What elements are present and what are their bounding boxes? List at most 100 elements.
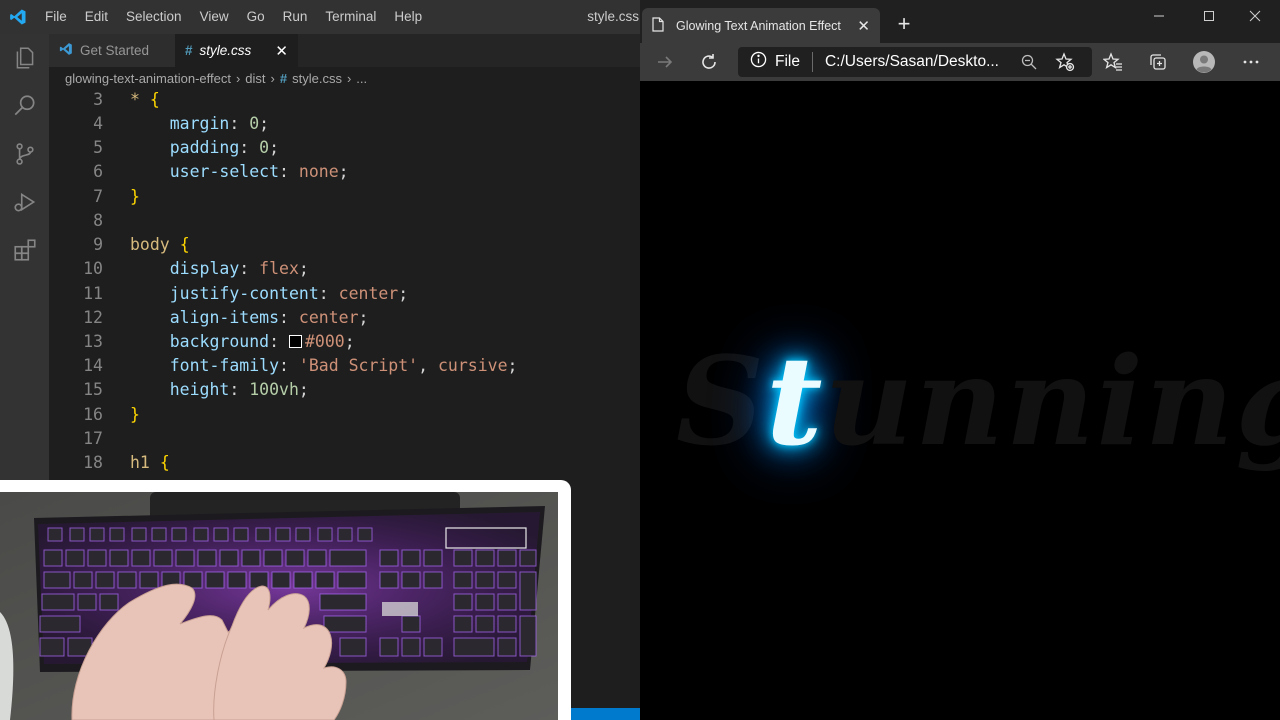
property: display (169, 259, 240, 278)
vscode-tab-icon (59, 42, 73, 59)
menu-view[interactable]: View (191, 0, 238, 34)
code-text: background: #000; (169, 332, 355, 351)
line-number: 9 (93, 235, 103, 254)
property: margin (169, 114, 230, 133)
code-line: 15 height: 100vh; (49, 378, 640, 402)
menu-help[interactable]: Help (385, 0, 431, 34)
zoom-icon[interactable] (1014, 47, 1044, 77)
info-icon[interactable] (750, 51, 767, 73)
glowing-heading: S t u n n i n g (676, 331, 1280, 471)
value: none (298, 162, 339, 181)
glow-letter: n (1005, 329, 1097, 473)
brace: { (179, 235, 190, 254)
line-number: 18 (83, 453, 103, 472)
breadcrumb-file[interactable]: style.css (292, 71, 342, 86)
brace: { (159, 453, 170, 472)
code-text: body { (130, 233, 190, 257)
code-line: 17 (49, 427, 640, 451)
brace: } (130, 405, 140, 424)
page-icon (652, 16, 664, 35)
menu-edit[interactable]: Edit (76, 0, 117, 34)
breadcrumb: glowing-text-animation-effect › dist › #… (49, 67, 640, 89)
glow-letter: g (1236, 331, 1280, 471)
menu-selection[interactable]: Selection (117, 0, 191, 34)
url-scheme: File (775, 53, 800, 70)
glow-letter: n (915, 329, 1006, 473)
status-bar (570, 708, 640, 720)
code-editor[interactable]: 3 * { 4 margin: 0; 5 padding: 0; 6 user-s… (49, 89, 640, 489)
line-number: 8 (93, 211, 103, 230)
code-line: 6 user-select: none; (49, 160, 640, 184)
value: center (338, 284, 399, 303)
refresh-icon[interactable] (694, 47, 724, 77)
vscode-logo-icon (0, 0, 36, 34)
add-favorite-icon[interactable] (1050, 47, 1080, 77)
code-text: height: 100vh; (169, 380, 309, 399)
collections-icon[interactable] (1143, 47, 1173, 77)
breadcrumb-folder[interactable]: glowing-text-animation-effect (65, 71, 231, 86)
code-line: 12 align-items: center; (49, 306, 640, 330)
webcam-overlay (0, 480, 571, 720)
code-line: 4 margin: 0; (49, 112, 640, 136)
extensions-icon[interactable] (0, 226, 49, 274)
tab-get-started[interactable]: Get Started (49, 34, 175, 67)
close-icon[interactable]: ✕ (857, 17, 870, 35)
window-close-icon[interactable] (1232, 6, 1278, 28)
code-text: display: flex; (169, 259, 309, 278)
property: height (169, 380, 230, 399)
menu-run[interactable]: Run (274, 0, 317, 34)
color-swatch[interactable] (288, 335, 302, 348)
line-number: 15 (83, 380, 103, 399)
code-line: 8 (49, 209, 640, 233)
code-line: 18 h1 { (49, 451, 640, 475)
property: background (169, 332, 270, 351)
keyboard-camera-feed (0, 492, 558, 720)
search-icon[interactable] (0, 82, 49, 130)
source-control-icon[interactable] (0, 130, 49, 178)
glow-letter: t (766, 329, 825, 473)
page-content: S t u n n i n g (640, 81, 1280, 720)
value: cursive (438, 356, 508, 375)
chevron-right-icon: › (235, 70, 241, 86)
code-line: 10 display: flex; (49, 257, 640, 281)
explorer-icon[interactable] (0, 34, 49, 82)
value: 0 (259, 138, 270, 157)
url-text[interactable]: C:/Users/Sasan/Deskto... (825, 53, 999, 71)
line-number: 7 (93, 187, 103, 206)
code-line: 16} (49, 403, 640, 427)
menu-go[interactable]: Go (238, 0, 274, 34)
forward-arrow-icon[interactable] (650, 47, 680, 77)
chevron-right-icon: › (270, 70, 275, 86)
close-icon[interactable]: ✕ (275, 42, 288, 60)
run-debug-icon[interactable] (0, 178, 49, 226)
browser-tab[interactable]: Glowing Text Animation Effect ✕ (642, 8, 880, 43)
menu-file[interactable]: File (36, 0, 76, 34)
minimize-icon[interactable] (1136, 6, 1182, 28)
tab-label: style.css (199, 43, 252, 58)
editor-tabs: Get Started # style.css ✕ (49, 34, 640, 67)
breadcrumb-more[interactable]: ... (356, 71, 367, 86)
favorites-icon[interactable] (1098, 47, 1128, 77)
code-text: align-items: center; (169, 308, 369, 327)
menu-terminal[interactable]: Terminal (316, 0, 385, 34)
code-text: } (130, 403, 140, 427)
tab-style-css[interactable]: # style.css ✕ (175, 34, 298, 67)
glow-letter: i (1096, 329, 1145, 473)
breadcrumb-subfolder[interactable]: dist (245, 71, 265, 86)
brace: } (130, 187, 140, 206)
line-number: 6 (93, 162, 103, 181)
profile-avatar-icon[interactable] (1189, 47, 1219, 77)
maximize-icon[interactable] (1186, 6, 1232, 28)
address-divider (811, 52, 813, 72)
code-line: 7} (49, 185, 640, 209)
code-text: justify-content: center; (169, 284, 409, 303)
more-options-icon[interactable] (1236, 47, 1266, 77)
css-hash-icon: # (279, 70, 288, 86)
line-number: 3 (93, 90, 103, 109)
code-text: margin: 0; (169, 114, 270, 133)
property: justify-content (169, 284, 319, 303)
browser-tab-bar: Glowing Text Animation Effect ✕ + (640, 0, 1280, 43)
value: 100vh (249, 380, 299, 399)
new-tab-button[interactable]: + (890, 10, 918, 38)
selector: h1 (130, 453, 150, 472)
